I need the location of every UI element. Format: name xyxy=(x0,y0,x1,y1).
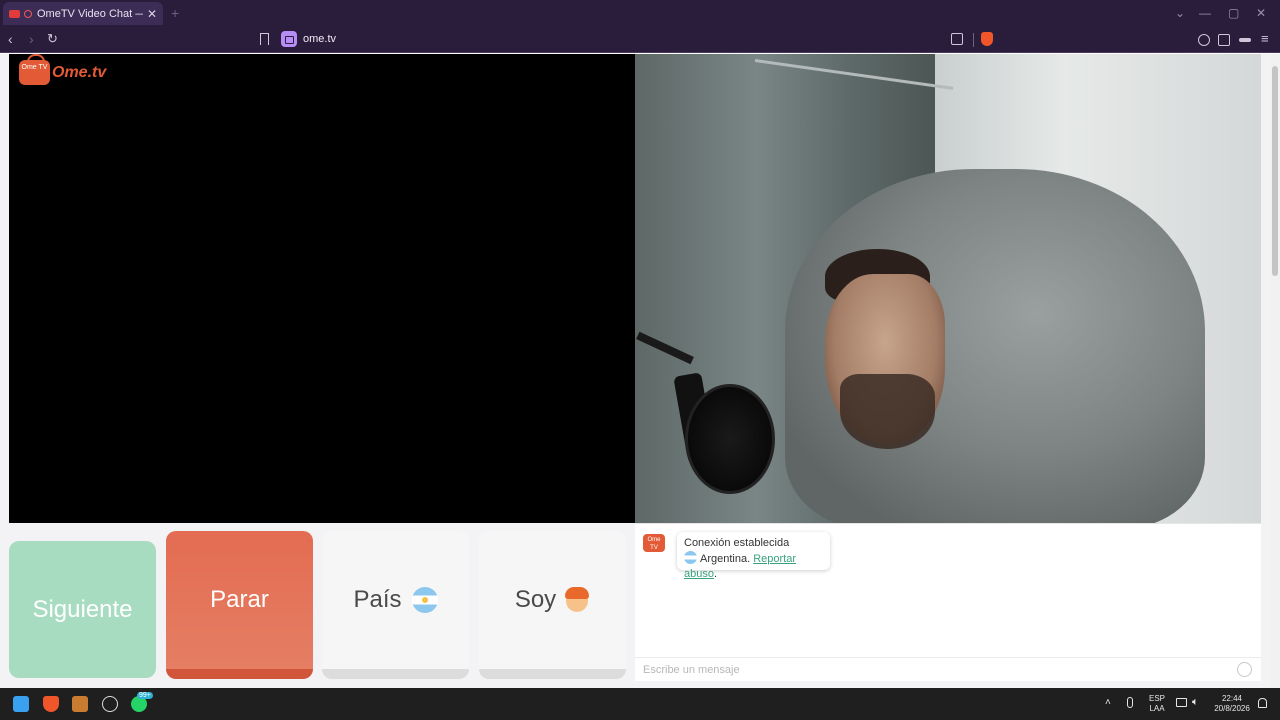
site-info-icon[interactable] xyxy=(281,31,297,47)
country-button-label: País xyxy=(353,586,402,613)
next-button[interactable]: Siguiente xyxy=(9,541,156,678)
clock[interactable]: 22:44 20/8/2026 xyxy=(1210,694,1254,714)
gender-button[interactable]: Soy xyxy=(479,531,626,679)
brave-shields-icon[interactable] xyxy=(981,32,993,46)
bookmark-icon[interactable] xyxy=(260,33,269,45)
windows-taskbar: 99+ ˄ ESP LAA 🔈︎ 22:44 20/8/2026 xyxy=(0,688,1280,720)
connection-status: Conexión establecida xyxy=(684,537,790,549)
clock-date: 20/8/2026 xyxy=(1214,704,1250,713)
gender-button-label: Soy xyxy=(514,586,557,613)
maximize-button[interactable]: ▢ xyxy=(1228,6,1239,20)
beard-shape xyxy=(840,374,935,449)
logo-wordmark: Ome.tv xyxy=(52,63,107,81)
forward-icon[interactable]: › xyxy=(29,31,34,47)
close-window-button[interactable]: ✕ xyxy=(1256,6,1266,20)
notifications-icon[interactable] xyxy=(1258,698,1267,708)
translate-icon[interactable] xyxy=(951,33,963,45)
network-icon[interactable] xyxy=(1176,698,1187,707)
reload-icon[interactable]: ↻ xyxy=(47,31,58,47)
language-top: ESP xyxy=(1148,694,1165,703)
language-indicator[interactable]: ESP LAA xyxy=(1146,694,1168,714)
wallet-icon[interactable] xyxy=(1239,38,1251,42)
browser-tab-ometv[interactable]: OmeTV Video Chat — Omeg ✕ xyxy=(3,2,163,25)
tab-close-icon[interactable]: ✕ xyxy=(147,7,157,21)
stranger-video: Ome TV Ome.tv xyxy=(9,54,635,523)
obs-taskbar-icon[interactable] xyxy=(102,696,118,712)
menu-icon[interactable]: ≡ xyxy=(1261,31,1269,46)
message-input[interactable] xyxy=(635,658,1225,681)
pop-filter-shape xyxy=(685,384,775,494)
chat-tv-logo-icon: Ome TV xyxy=(643,534,665,552)
brave-taskbar-icon[interactable] xyxy=(43,696,59,712)
system-message: Conexión establecida Argentina. Reportar… xyxy=(677,532,830,580)
browser-tab-bar: OmeTV Video Chat — Omeg ✕ + ⌄ — ▢ ✕ xyxy=(0,0,1280,27)
youtube-icon xyxy=(9,9,20,18)
tv-logo-icon: Ome TV xyxy=(19,54,50,85)
microphone-tray-icon[interactable] xyxy=(1127,697,1133,708)
address-bar[interactable]: ome.tv xyxy=(280,30,1000,50)
emoji-picker-icon[interactable] xyxy=(1237,662,1252,677)
clock-time: 22:44 xyxy=(1221,694,1243,703)
tray-chevron-icon[interactable]: ˄ xyxy=(1105,697,1111,708)
country-button[interactable]: País xyxy=(322,531,469,679)
tab-search-icon[interactable]: ⌄ xyxy=(1175,6,1185,20)
recording-icon xyxy=(24,9,32,18)
self-video xyxy=(635,54,1261,523)
argentina-flag-icon xyxy=(411,587,438,613)
address-url[interactable]: ome.tv xyxy=(303,33,336,45)
next-button-label: Siguiente xyxy=(32,595,133,623)
back-icon[interactable]: ‹ xyxy=(8,31,13,47)
scrollbar-thumb[interactable] xyxy=(1272,66,1278,276)
toolbar-divider xyxy=(973,33,974,47)
stop-button-label: Parar xyxy=(210,586,269,613)
message-bar xyxy=(635,657,1261,681)
tab-title: OmeTV Video Chat — Omeg xyxy=(37,7,143,20)
boy-emoji-icon xyxy=(564,586,590,614)
windows-start-icon[interactable] xyxy=(13,696,29,712)
page-scrollbar[interactable] xyxy=(1270,54,1280,688)
minimize-button[interactable]: — xyxy=(1199,6,1211,20)
partner-country: Argentina. xyxy=(700,553,751,565)
ometv-logo[interactable]: Ome TV Ome.tv xyxy=(19,54,107,85)
argentina-flag-small-icon xyxy=(684,551,697,564)
media-icon[interactable] xyxy=(1198,34,1210,46)
browser-toolbar: ‹ › ↻ ome.tv ≡ xyxy=(0,27,1280,53)
stop-button[interactable]: Parar xyxy=(166,531,313,679)
sidebar-icon[interactable] xyxy=(1218,34,1230,46)
whatsapp-badge: 99+ xyxy=(137,692,153,699)
volume-icon[interactable]: 🔈︎ xyxy=(1192,696,1199,709)
new-tab-button[interactable]: + xyxy=(171,5,179,21)
chat-panel: Ome TV Conexión establecida Argentina. R… xyxy=(635,523,1261,681)
language-bottom: LAA xyxy=(1149,704,1165,713)
media-player-taskbar-icon[interactable] xyxy=(72,696,88,712)
report-suffix: . xyxy=(713,568,718,580)
